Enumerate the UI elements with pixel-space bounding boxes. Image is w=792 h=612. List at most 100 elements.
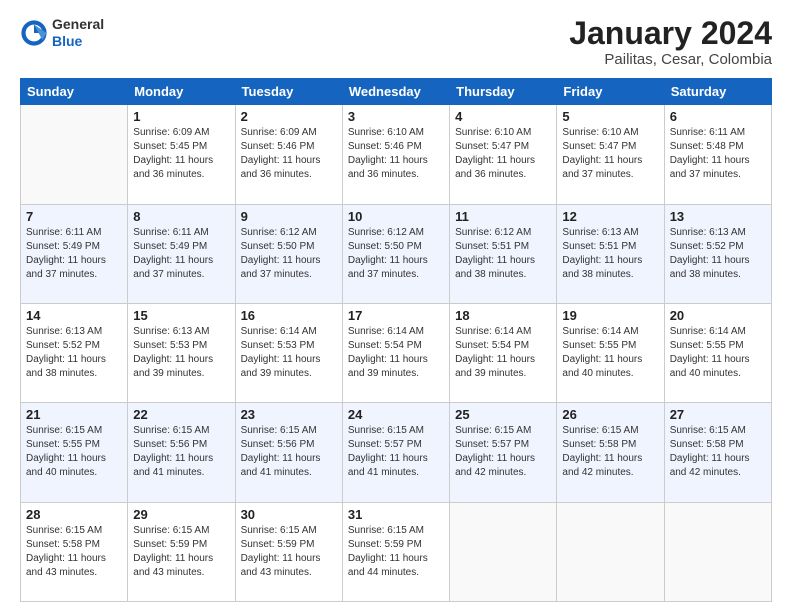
day-info: Sunrise: 6:11 AM Sunset: 5:49 PM Dayligh… [133, 226, 229, 282]
day-info: Sunrise: 6:13 AM Sunset: 5:52 PM Dayligh… [670, 226, 766, 282]
col-sunday: Sunday [21, 79, 128, 105]
day-info: Sunrise: 6:13 AM Sunset: 5:53 PM Dayligh… [133, 325, 229, 381]
day-number: 3 [348, 109, 444, 124]
day-number: 23 [241, 407, 337, 422]
day-number: 18 [455, 308, 551, 323]
day-info: Sunrise: 6:15 AM Sunset: 5:57 PM Dayligh… [348, 424, 444, 480]
day-number: 21 [26, 407, 122, 422]
day-info: Sunrise: 6:11 AM Sunset: 5:49 PM Dayligh… [26, 226, 122, 282]
table-row: 21 Sunrise: 6:15 AM Sunset: 5:55 PM Dayli… [21, 403, 128, 502]
day-number: 27 [670, 407, 766, 422]
day-info: Sunrise: 6:13 AM Sunset: 5:52 PM Dayligh… [26, 325, 122, 381]
day-info: Sunrise: 6:14 AM Sunset: 5:53 PM Dayligh… [241, 325, 337, 381]
day-info: Sunrise: 6:13 AM Sunset: 5:51 PM Dayligh… [562, 226, 658, 282]
day-number: 19 [562, 308, 658, 323]
day-number: 31 [348, 507, 444, 522]
table-row [450, 502, 557, 601]
table-row: 29 Sunrise: 6:15 AM Sunset: 5:59 PM Dayli… [128, 502, 235, 601]
day-info: Sunrise: 6:15 AM Sunset: 5:59 PM Dayligh… [241, 524, 337, 580]
calendar-week-row: 28Sunrise: 6:15 AM Sunset: 5:58 PM Dayli… [21, 502, 772, 601]
table-row: 24 Sunrise: 6:15 AM Sunset: 5:57 PM Dayli… [342, 403, 449, 502]
col-saturday: Saturday [664, 79, 771, 105]
table-row: 15Sunrise: 6:13 AM Sunset: 5:53 PM Dayli… [128, 303, 235, 402]
day-number: 9 [241, 209, 337, 224]
day-number: 13 [670, 209, 766, 224]
day-number: 25 [455, 407, 551, 422]
day-info: Sunrise: 6:15 AM Sunset: 5:59 PM Dayligh… [133, 524, 229, 580]
table-row: 6Sunrise: 6:11 AM Sunset: 5:48 PM Daylig… [664, 105, 771, 204]
day-info: Sunrise: 6:15 AM Sunset: 5:58 PM Dayligh… [26, 524, 122, 580]
calendar-week-row: 7 Sunrise: 6:11 AM Sunset: 5:49 PM Daylig… [21, 204, 772, 303]
logo-general-text: General [52, 16, 104, 32]
table-row: 12 Sunrise: 6:13 AM Sunset: 5:51 PM Dayli… [557, 204, 664, 303]
header: General Blue January 2024 Pailitas, Cesa… [20, 16, 772, 68]
table-row: 1Sunrise: 6:09 AM Sunset: 5:45 PM Daylig… [128, 105, 235, 204]
day-info: Sunrise: 6:15 AM Sunset: 5:57 PM Dayligh… [455, 424, 551, 480]
table-row: 31 Sunrise: 6:15 AM Sunset: 5:59 PM Dayli… [342, 502, 449, 601]
calendar-table: Sunday Monday Tuesday Wednesday Thursday… [20, 78, 772, 602]
day-number: 22 [133, 407, 229, 422]
logo-blue-text: Blue [52, 33, 82, 49]
day-info: Sunrise: 6:15 AM Sunset: 5:59 PM Dayligh… [348, 524, 444, 580]
table-row: 10 Sunrise: 6:12 AM Sunset: 5:50 PM Dayli… [342, 204, 449, 303]
day-number: 30 [241, 507, 337, 522]
day-number: 26 [562, 407, 658, 422]
table-row: 27 Sunrise: 6:15 AM Sunset: 5:58 PM Dayli… [664, 403, 771, 502]
table-row: 23 Sunrise: 6:15 AM Sunset: 5:56 PM Dayli… [235, 403, 342, 502]
table-row: 11Sunrise: 6:12 AM Sunset: 5:51 PM Dayli… [450, 204, 557, 303]
calendar-header-row: Sunday Monday Tuesday Wednesday Thursday… [21, 79, 772, 105]
day-number: 8 [133, 209, 229, 224]
day-info: Sunrise: 6:15 AM Sunset: 5:58 PM Dayligh… [670, 424, 766, 480]
col-thursday: Thursday [450, 79, 557, 105]
calendar-week-row: 1Sunrise: 6:09 AM Sunset: 5:45 PM Daylig… [21, 105, 772, 204]
page-title: January 2024 [569, 16, 772, 51]
day-number: 29 [133, 507, 229, 522]
table-row: 20 Sunrise: 6:14 AM Sunset: 5:55 PM Dayli… [664, 303, 771, 402]
table-row: 18Sunrise: 6:14 AM Sunset: 5:54 PM Dayli… [450, 303, 557, 402]
day-info: Sunrise: 6:14 AM Sunset: 5:55 PM Dayligh… [562, 325, 658, 381]
table-row: 17Sunrise: 6:14 AM Sunset: 5:54 PM Dayli… [342, 303, 449, 402]
table-row: 4Sunrise: 6:10 AM Sunset: 5:47 PM Daylig… [450, 105, 557, 204]
col-monday: Monday [128, 79, 235, 105]
day-info: Sunrise: 6:11 AM Sunset: 5:48 PM Dayligh… [670, 126, 766, 182]
calendar-week-row: 21 Sunrise: 6:15 AM Sunset: 5:55 PM Dayli… [21, 403, 772, 502]
day-info: Sunrise: 6:10 AM Sunset: 5:46 PM Dayligh… [348, 126, 444, 182]
table-row: 5Sunrise: 6:10 AM Sunset: 5:47 PM Daylig… [557, 105, 664, 204]
table-row [21, 105, 128, 204]
day-info: Sunrise: 6:15 AM Sunset: 5:56 PM Dayligh… [241, 424, 337, 480]
logo: General Blue [20, 16, 104, 50]
table-row: 8 Sunrise: 6:11 AM Sunset: 5:49 PM Daylig… [128, 204, 235, 303]
page-subtitle: Pailitas, Cesar, Colombia [569, 51, 772, 68]
table-row: 9Sunrise: 6:12 AM Sunset: 5:50 PM Daylig… [235, 204, 342, 303]
day-number: 2 [241, 109, 337, 124]
day-number: 14 [26, 308, 122, 323]
table-row: 30 Sunrise: 6:15 AM Sunset: 5:59 PM Dayli… [235, 502, 342, 601]
table-row: 14 Sunrise: 6:13 AM Sunset: 5:52 PM Dayli… [21, 303, 128, 402]
table-row: 7 Sunrise: 6:11 AM Sunset: 5:49 PM Daylig… [21, 204, 128, 303]
day-number: 20 [670, 308, 766, 323]
day-info: Sunrise: 6:14 AM Sunset: 5:55 PM Dayligh… [670, 325, 766, 381]
day-number: 5 [562, 109, 658, 124]
day-info: Sunrise: 6:10 AM Sunset: 5:47 PM Dayligh… [455, 126, 551, 182]
day-number: 12 [562, 209, 658, 224]
table-row: 19 Sunrise: 6:14 AM Sunset: 5:55 PM Dayli… [557, 303, 664, 402]
logo-text: General Blue [52, 16, 104, 50]
calendar-week-row: 14 Sunrise: 6:13 AM Sunset: 5:52 PM Dayli… [21, 303, 772, 402]
table-row [664, 502, 771, 601]
day-info: Sunrise: 6:12 AM Sunset: 5:50 PM Dayligh… [348, 226, 444, 282]
day-info: Sunrise: 6:09 AM Sunset: 5:45 PM Dayligh… [133, 126, 229, 182]
day-info: Sunrise: 6:09 AM Sunset: 5:46 PM Dayligh… [241, 126, 337, 182]
col-friday: Friday [557, 79, 664, 105]
table-row: 3 Sunrise: 6:10 AM Sunset: 5:46 PM Daylig… [342, 105, 449, 204]
day-number: 7 [26, 209, 122, 224]
day-number: 10 [348, 209, 444, 224]
table-row: 26Sunrise: 6:15 AM Sunset: 5:58 PM Dayli… [557, 403, 664, 502]
table-row [557, 502, 664, 601]
day-info: Sunrise: 6:15 AM Sunset: 5:55 PM Dayligh… [26, 424, 122, 480]
day-number: 16 [241, 308, 337, 323]
logo-icon [20, 19, 48, 47]
day-number: 24 [348, 407, 444, 422]
day-info: Sunrise: 6:15 AM Sunset: 5:56 PM Dayligh… [133, 424, 229, 480]
table-row: 28Sunrise: 6:15 AM Sunset: 5:58 PM Dayli… [21, 502, 128, 601]
table-row: 13 Sunrise: 6:13 AM Sunset: 5:52 PM Dayli… [664, 204, 771, 303]
